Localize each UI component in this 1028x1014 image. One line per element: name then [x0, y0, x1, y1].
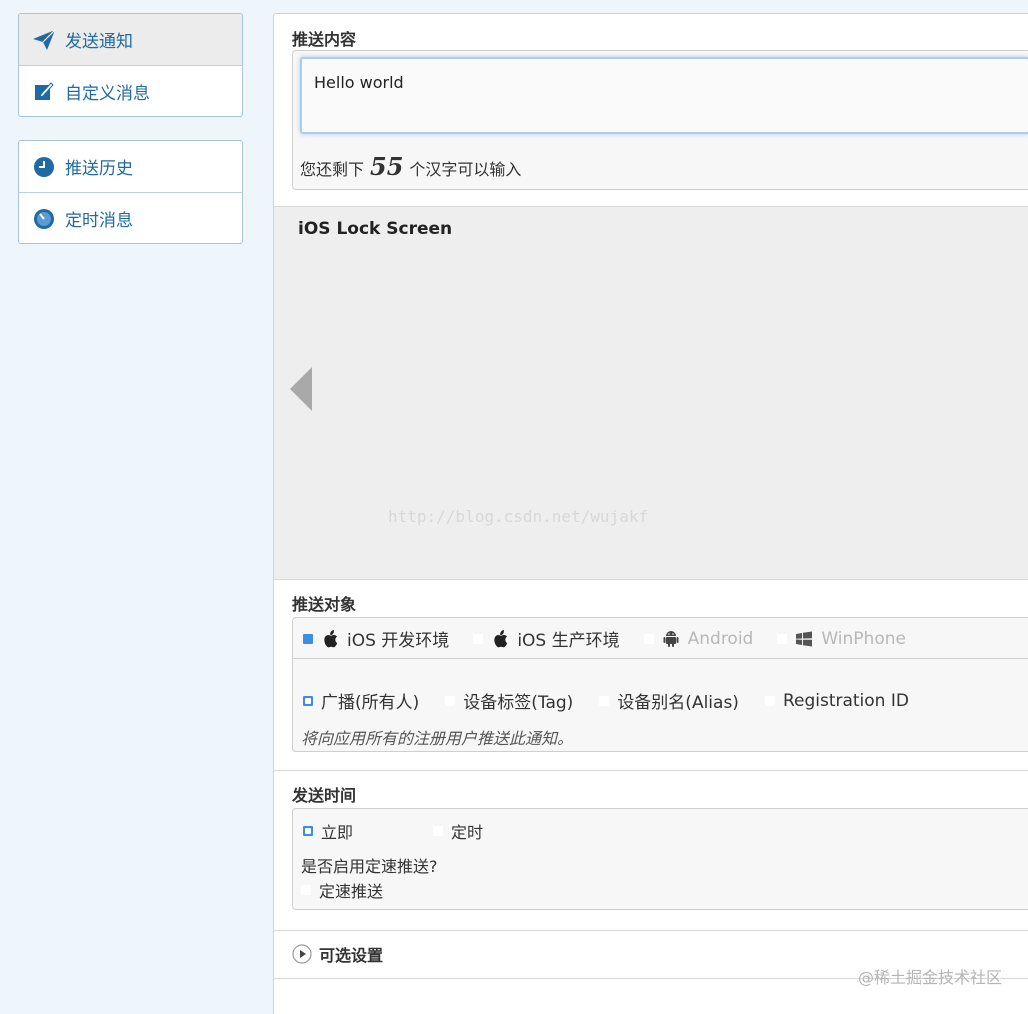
radio-send-now[interactable]	[303, 826, 313, 836]
sidebar-item-push-history[interactable]: 推送历史	[19, 141, 242, 192]
apple-icon	[321, 629, 339, 648]
sidebar-item-label: 发送通知	[65, 32, 133, 52]
checkbox-winphone[interactable]	[777, 633, 788, 644]
checkbox-android[interactable]	[643, 633, 654, 644]
sidebar-item-label: 推送历史	[65, 159, 133, 179]
main-panel: 推送内容 Hello world 您还剩下 55 个汉字可以输入 iOS Loc…	[273, 13, 1028, 1014]
push-target-box: iOS 开发环境 iOS 生产环境 Android WinPhone 广播(所有…	[292, 617, 1028, 752]
preview-title: iOS Lock Screen	[298, 219, 453, 239]
edit-icon	[31, 78, 57, 104]
checkbox-speed[interactable]	[301, 885, 311, 895]
ios-lock-screen-preview: iOS Lock Screen http://blog.csdn.net/wuj…	[274, 206, 1028, 580]
optional-settings-toggle[interactable]: 可选设置	[292, 942, 383, 966]
radio-send-scheduled[interactable]	[433, 826, 444, 836]
speed-question: 是否启用定速推送?	[301, 857, 438, 876]
remain-prefix: 您还剩下	[300, 160, 365, 179]
platform-label: Android	[687, 628, 754, 649]
platform-label: WinPhone	[821, 628, 906, 649]
audience-tag[interactable]: 设备标签(Tag)	[445, 688, 573, 713]
sidebar-item-label: 定时消息	[65, 210, 133, 231]
send-scheduled-option[interactable]: 定时	[433, 819, 483, 843]
platform-ios-dev[interactable]: iOS 开发环境	[303, 626, 449, 651]
platform-ios-prod[interactable]: iOS 生产环境	[473, 626, 620, 651]
message-textarea[interactable]: Hello world	[300, 57, 1028, 134]
remaining-chars: 您还剩下 55 个汉字可以输入	[300, 152, 521, 181]
remain-suffix: 个汉字可以输入	[409, 160, 522, 179]
radio-registration-id[interactable]	[764, 695, 775, 706]
sidebar-item-label: 自定义消息	[65, 83, 150, 104]
audience-row: 广播(所有人) 设备标签(Tag) 设备别名(Alias) Registrati…	[303, 688, 933, 713]
apple-icon	[491, 629, 509, 648]
radio-alias[interactable]	[599, 695, 610, 706]
section-divider	[274, 770, 1028, 771]
footer-watermark: @稀土掘金技术社区	[857, 968, 1002, 987]
audience-registration-id[interactable]: Registration ID	[764, 690, 909, 711]
previous-arrow-icon[interactable]	[290, 367, 312, 411]
checkbox-ios-prod[interactable]	[473, 633, 484, 644]
radio-tag[interactable]	[445, 695, 456, 706]
audience-broadcast[interactable]: 广播(所有人)	[303, 688, 419, 713]
message-text: Hello world	[314, 73, 404, 92]
sidebar-item-send-notification[interactable]: 发送通知	[19, 14, 242, 65]
android-icon	[662, 630, 680, 648]
audience-label: 设备标签(Tag)	[463, 693, 574, 713]
section-divider	[274, 930, 1028, 931]
sidebar-group-send: 发送通知 自定义消息	[18, 13, 243, 117]
remain-count: 55	[370, 152, 404, 181]
target-divider	[293, 658, 1028, 659]
push-target-title: 推送对象	[292, 595, 357, 614]
play-circle-icon	[292, 944, 312, 964]
platform-label: iOS 生产环境	[517, 631, 620, 651]
send-time-options: 立即 定时	[303, 819, 507, 843]
audience-label: 设备别名(Alias)	[617, 693, 739, 713]
platform-label: iOS 开发环境	[347, 631, 450, 651]
send-now-option[interactable]: 立即	[303, 819, 353, 843]
radio-broadcast[interactable]	[303, 695, 313, 706]
send-time-title: 发送时间	[292, 786, 357, 805]
windows-icon	[795, 630, 813, 648]
speed-option[interactable]: 定速推送	[301, 878, 383, 902]
paper-plane-icon	[31, 27, 57, 53]
watermark-url: http://blog.csdn.net/wujakf	[388, 507, 649, 526]
clock-icon	[31, 154, 57, 180]
target-hint: 将向应用所有的注册用户推送此通知。	[301, 729, 574, 748]
platform-row: iOS 开发环境 iOS 生产环境 Android WinPhone	[303, 626, 930, 651]
audience-label: Registration ID	[782, 690, 909, 711]
timer-icon	[31, 205, 57, 231]
option-label: 定时	[451, 823, 484, 842]
platform-android[interactable]: Android	[643, 628, 754, 649]
platform-winphone[interactable]: WinPhone	[777, 629, 906, 649]
audience-alias[interactable]: 设备别名(Alias)	[599, 688, 739, 713]
optional-settings-label: 可选设置	[319, 946, 384, 965]
speed-label: 定速推送	[319, 882, 384, 901]
send-time-box: 立即 定时 是否启用定速推送? 定速推送	[292, 808, 1028, 910]
sidebar-group-history: 推送历史 定时消息	[18, 140, 243, 244]
push-content-title: 推送内容	[292, 30, 357, 49]
checkbox-ios-dev[interactable]	[303, 633, 313, 644]
sidebar-item-custom-message[interactable]: 自定义消息	[19, 65, 242, 116]
sidebar-item-scheduled-messages[interactable]: 定时消息	[19, 192, 242, 243]
audience-label: 广播(所有人)	[321, 693, 420, 713]
option-label: 立即	[321, 823, 354, 842]
